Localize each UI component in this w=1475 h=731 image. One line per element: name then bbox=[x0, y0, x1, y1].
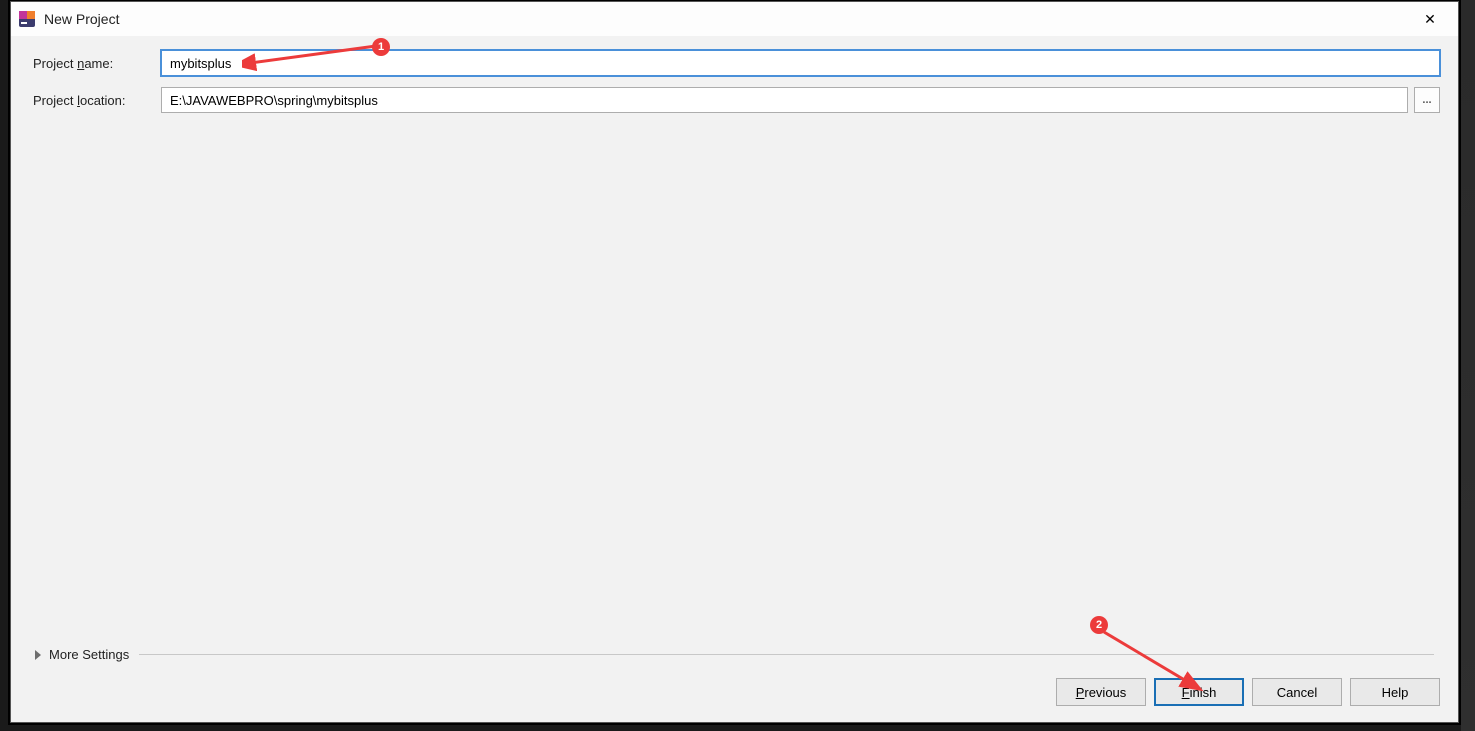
cancel-button[interactable]: Cancel bbox=[1252, 678, 1342, 706]
close-button[interactable]: ✕ bbox=[1408, 4, 1452, 34]
ellipsis-icon: ... bbox=[1422, 94, 1431, 106]
project-location-label: Project location: bbox=[33, 93, 161, 108]
help-button[interactable]: Help bbox=[1350, 678, 1440, 706]
project-name-input[interactable] bbox=[161, 50, 1440, 76]
titlebar: New Project ✕ bbox=[11, 2, 1458, 36]
browse-location-button[interactable]: ... bbox=[1414, 87, 1440, 113]
background-strip bbox=[1461, 0, 1475, 731]
more-settings-toggle[interactable]: More Settings bbox=[35, 647, 1434, 662]
intellij-icon bbox=[17, 10, 36, 29]
project-name-label: Project name: bbox=[33, 56, 161, 71]
project-name-row: Project name: bbox=[33, 50, 1440, 76]
project-location-input[interactable] bbox=[161, 87, 1408, 113]
dialog-button-row: Previous Finish Cancel Help bbox=[1056, 678, 1440, 706]
form-area: Project name: Project location: ... bbox=[11, 36, 1458, 113]
separator-line bbox=[139, 654, 1434, 655]
previous-button[interactable]: Previous bbox=[1056, 678, 1146, 706]
finish-button[interactable]: Finish bbox=[1154, 678, 1244, 706]
project-location-row: Project location: ... bbox=[33, 87, 1440, 113]
close-icon: ✕ bbox=[1424, 11, 1436, 28]
more-settings-label: More Settings bbox=[49, 647, 129, 662]
new-project-dialog: New Project ✕ Project name: Project loca… bbox=[10, 1, 1459, 723]
dialog-title: New Project bbox=[44, 11, 119, 27]
expand-right-icon bbox=[35, 650, 41, 660]
